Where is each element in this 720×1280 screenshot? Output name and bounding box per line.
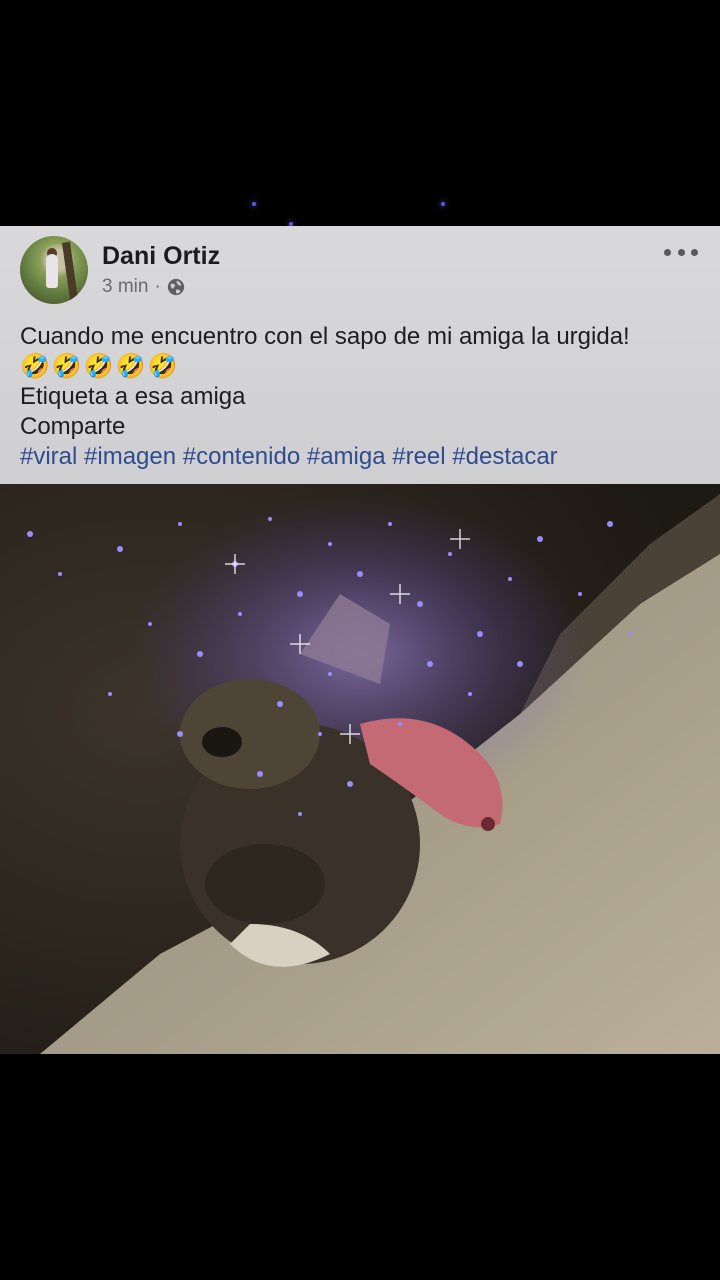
post-text-line: Cuando me encuentro con el sapo de mi am… (20, 323, 630, 350)
post-meta: 3 min · (102, 276, 185, 298)
hashtags[interactable]: #viral #imagen #contenido #amiga #reel #… (20, 442, 700, 472)
toad-photo-illustration (0, 484, 720, 1054)
post-photo-toad[interactable] (0, 484, 720, 1054)
sparkle (441, 202, 445, 206)
post-text-line: Comparte (20, 413, 126, 440)
globe-icon (167, 278, 184, 296)
more-options-icon[interactable] (664, 242, 698, 262)
top-letterbox (0, 0, 720, 226)
post-text-line: Etiqueta a esa amiga (20, 383, 246, 410)
facebook-post-card: Dani Ortiz 3 min · Cuando me encuentro c… (0, 226, 720, 484)
meta-separator: · (154, 276, 161, 297)
sparkle (252, 202, 256, 206)
avatar[interactable] (20, 236, 88, 304)
post-text: Cuando me encuentro con el sapo de mi am… (20, 322, 700, 472)
bottom-letterbox (0, 1054, 720, 1280)
laughing-emoji-row: 🤣🤣🤣🤣🤣 (20, 353, 180, 380)
post-time[interactable]: 3 min (102, 276, 148, 298)
author-name[interactable]: Dani Ortiz (102, 242, 220, 271)
